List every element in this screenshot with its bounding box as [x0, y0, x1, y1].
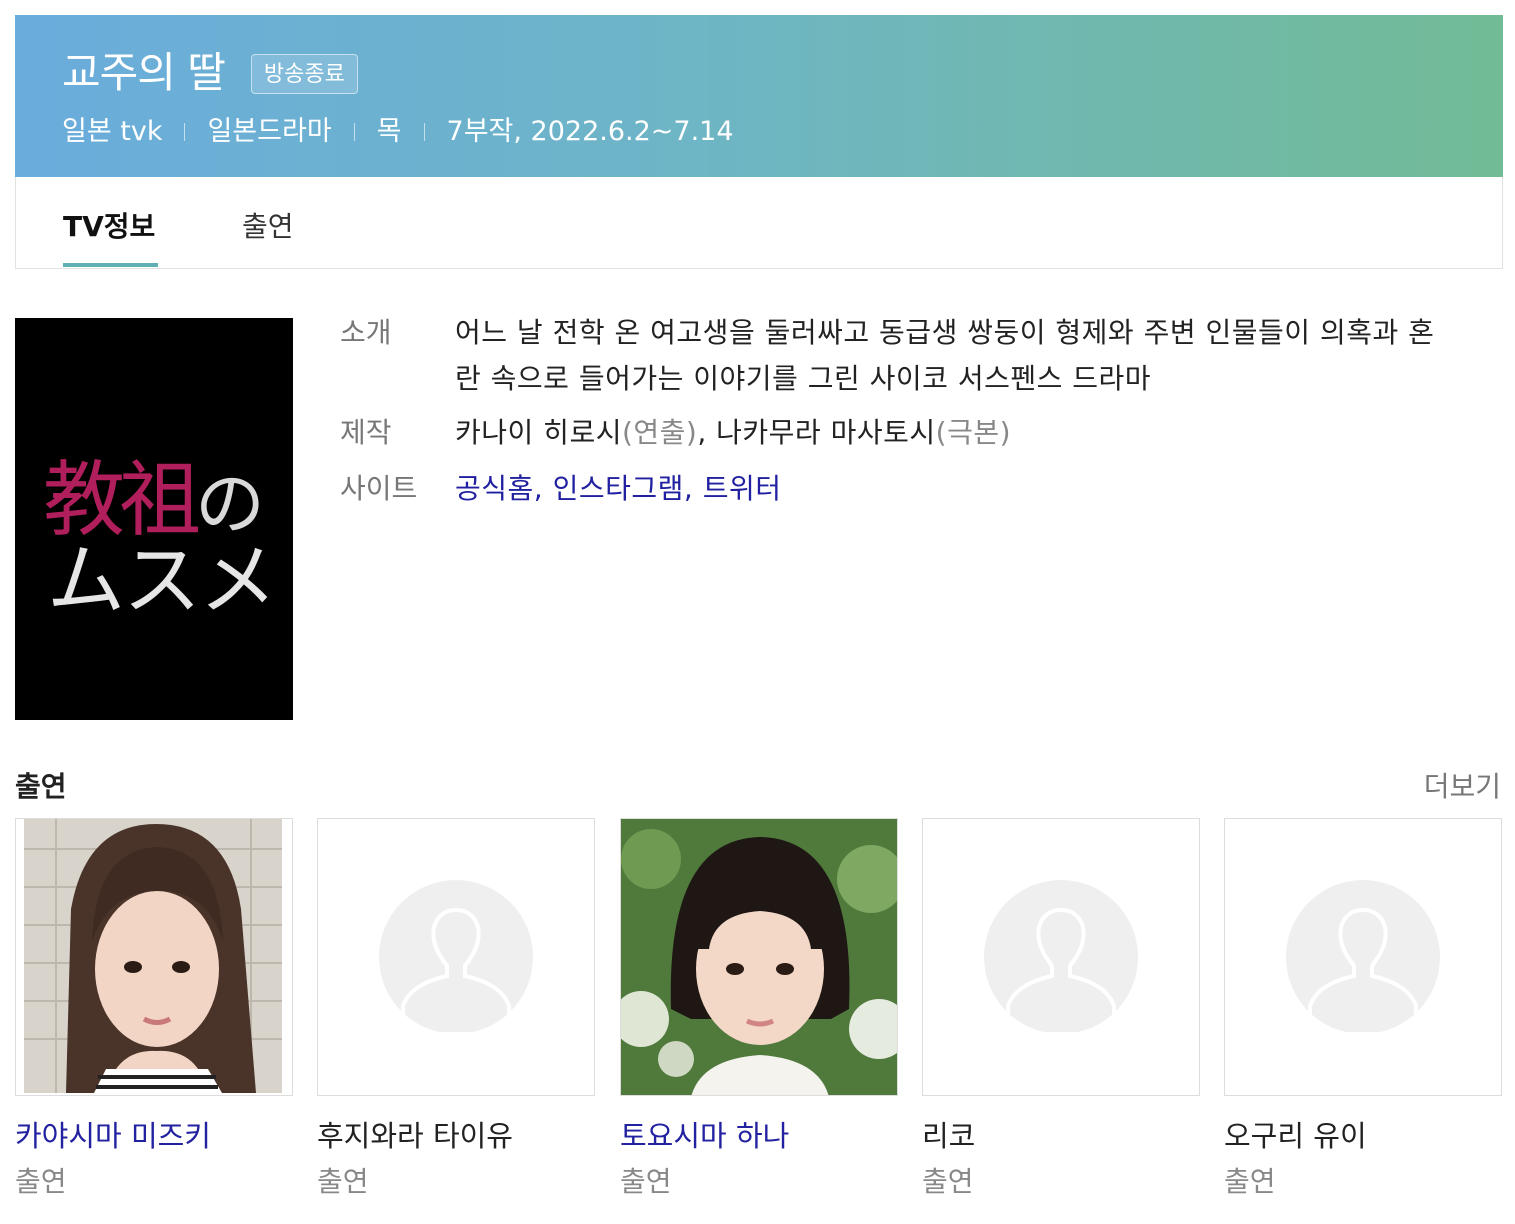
director-role: (연출): [621, 416, 698, 449]
production-label: 제작: [340, 416, 392, 449]
director-name: 카나이 히로시: [455, 416, 622, 449]
tab-tv-info[interactable]: TV정보: [63, 205, 158, 267]
cast-role: 출연: [15, 1165, 67, 1198]
cast-role: 출연: [1224, 1165, 1276, 1198]
twitter-link[interactable]: 트위터: [703, 472, 782, 505]
program-title: 교주의 딸: [62, 48, 226, 97]
meta-channel: 일본 tvk: [62, 116, 163, 147]
meta-day: 목: [376, 116, 402, 147]
site-separator: ,: [683, 472, 703, 505]
official-home-link[interactable]: 공식홈: [455, 472, 534, 505]
cast-role: 출연: [317, 1165, 369, 1198]
intro-text: 어느 날 전학 온 여고생을 둘러싸고 동급생 쌍둥이 형제와 주변 인물들이 …: [455, 316, 1435, 395]
cast-photo-placeholder[interactable]: [1224, 818, 1502, 1096]
program-header: 교주의 딸 방송종료 일본 tvk 일본드라마 목 7부작, 2022.6.2~…: [15, 15, 1503, 177]
cast-card[interactable]: 오구리 유이 출연: [1224, 818, 1502, 1200]
cast-card[interactable]: 카야시마 미즈키 출연: [15, 818, 293, 1200]
meta-episodes-dates: 7부작, 2022.6.2~7.14: [446, 116, 734, 147]
tab-cast[interactable]: 출연: [242, 205, 294, 267]
instagram-link[interactable]: 인스타그램: [553, 472, 684, 505]
info-row-site: 사이트 공식홈, 인스타그램, 트위터: [340, 466, 1460, 512]
status-badge: 방송종료: [250, 54, 358, 94]
cast-name: 오구리 유이: [1224, 1119, 1367, 1153]
default-profile-icon: [379, 880, 533, 1034]
site-label: 사이트: [340, 472, 418, 505]
tab-bar: TV정보 출연: [15, 177, 1503, 269]
meta-divider: [423, 123, 425, 141]
cast-more-link[interactable]: 더보기: [1424, 765, 1501, 805]
cast-name[interactable]: 토요시마 하나: [620, 1116, 898, 1156]
default-profile-icon: [1286, 880, 1440, 1034]
cast-card[interactable]: 후지와라 타이유 출연: [317, 818, 595, 1200]
program-info: 소개 어느 날 전학 온 여고생을 둘러싸고 동급생 쌍둥이 형제와 주변 인물…: [340, 310, 1460, 522]
default-profile-icon: [984, 880, 1138, 1034]
production-separator: ,: [697, 416, 717, 449]
cast-role: 출연: [922, 1165, 974, 1198]
cast-card[interactable]: 토요시마 하나 출연: [620, 818, 898, 1200]
cast-card[interactable]: 리코 출연: [922, 818, 1200, 1200]
site-separator: ,: [533, 472, 553, 505]
site-links: 공식홈, 인스타그램, 트위터: [455, 466, 1460, 512]
cast-photo-placeholder[interactable]: [317, 818, 595, 1096]
meta-divider: [353, 123, 355, 141]
cast-photo[interactable]: [15, 818, 293, 1096]
writer-name: 나카무라 마사토시: [716, 416, 936, 449]
production-value: 카나이 히로시(연출), 나카무라 마사토시(극본): [455, 410, 1460, 456]
info-row-production: 제작 카나이 히로시(연출), 나카무라 마사토시(극본): [340, 410, 1460, 456]
writer-role: (극본): [935, 416, 1012, 449]
cast-name: 후지와라 타이유: [317, 1119, 513, 1153]
poster-title-line2: ムスメ: [47, 536, 277, 626]
cast-name: 리코: [922, 1119, 976, 1153]
title-row: 교주의 딸 방송종료: [62, 47, 358, 99]
cast-photo-portrait: [621, 819, 897, 1095]
cast-photo[interactable]: [620, 818, 898, 1096]
cast-role: 출연: [620, 1165, 672, 1198]
meta-genre: 일본드라마: [207, 116, 332, 147]
info-row-intro: 소개 어느 날 전학 온 여고생을 둘러싸고 동급생 쌍둥이 형제와 주변 인물…: [340, 310, 1460, 402]
program-meta: 일본 tvk 일본드라마 목 7부작, 2022.6.2~7.14: [62, 115, 734, 149]
cast-photo-portrait: [24, 819, 282, 1093]
cast-name[interactable]: 카야시마 미즈키: [15, 1116, 293, 1156]
cast-section-title: 출연: [15, 770, 67, 803]
program-poster[interactable]: 教祖の ムスメ: [15, 318, 293, 720]
cast-section-header: 출연 더보기: [15, 765, 1503, 805]
cast-photo-placeholder[interactable]: [922, 818, 1200, 1096]
intro-label: 소개: [340, 316, 392, 349]
meta-divider: [184, 123, 186, 141]
